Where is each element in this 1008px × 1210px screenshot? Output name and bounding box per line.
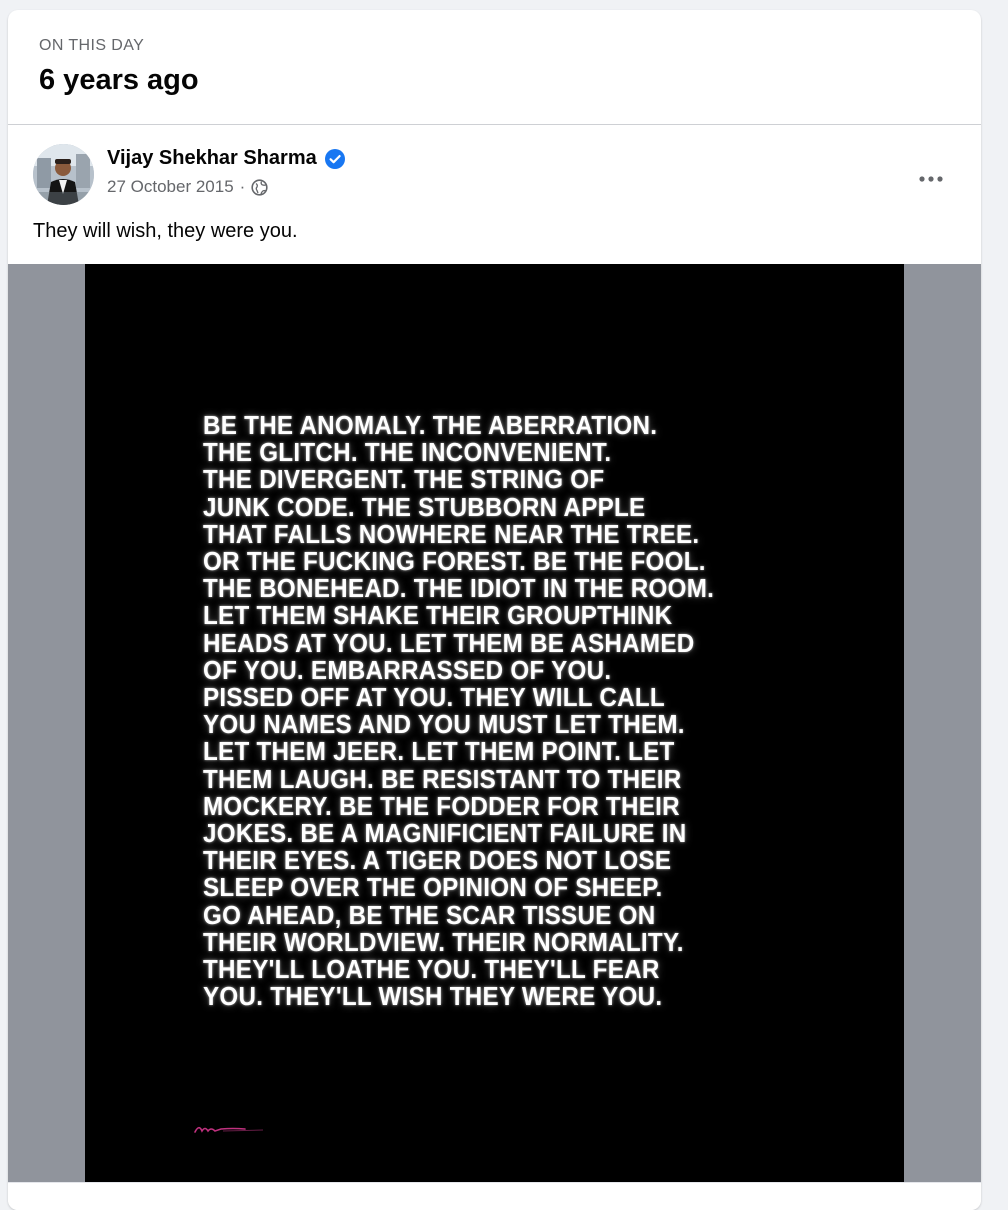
memory-years-ago: 6 years ago xyxy=(39,64,199,96)
poster-line: GO AHEAD, BE THE SCAR TISSUE ON xyxy=(203,899,656,930)
poster-line: OR THE FUCKING FOREST. BE THE FOOL. xyxy=(203,546,706,577)
memory-header: ON THIS DAY 6 years ago xyxy=(8,10,981,125)
poster-signature xyxy=(194,1126,264,1133)
author-line: Vijay Shekhar Sharma xyxy=(107,147,345,170)
poster-line: MOCKERY. BE THE FODDER FOR THEIR xyxy=(203,790,680,821)
poster-line: THE BONEHEAD. THE IDIOT IN THE ROOM. xyxy=(203,573,715,604)
poster-line: LET THEM JEER. LET THEM POINT. LET xyxy=(203,736,675,767)
poster-line: THEIR WORLDVIEW. THEIR NORMALITY. xyxy=(203,926,684,957)
more-options-icon xyxy=(919,176,943,182)
poster-line: THAT FALLS NOWHERE NEAR THE TREE. xyxy=(203,518,700,549)
poster-line: THEY'LL LOATHE YOU. THEY'LL FEAR xyxy=(203,954,660,985)
poster-line: OF YOU. EMBARRASSED OF YOU. xyxy=(203,654,612,685)
memory-label: ON THIS DAY xyxy=(39,37,145,54)
verified-badge-icon xyxy=(324,148,345,169)
post-text: They will wish, they were you. xyxy=(33,220,298,242)
avatar[interactable] xyxy=(33,144,94,205)
more-options-button[interactable] xyxy=(913,161,949,197)
globe-icon[interactable] xyxy=(251,178,268,196)
poster-line: THE GLITCH. THE INCONVENIENT. xyxy=(203,437,612,468)
meta-separator: · xyxy=(239,177,246,196)
poster-image: BE THE ANOMALY. THE ABERRATION. THE GLITC… xyxy=(85,264,904,1182)
poster-line: YOU NAMES AND YOU MUST LET THEM. xyxy=(203,709,685,740)
poster-line: YOU. THEY'LL WISH THEY WERE YOU. xyxy=(203,981,663,1012)
post-header: Vijay Shekhar Sharma 27 October 2015 · xyxy=(8,125,981,215)
poster-line: SLEEP OVER THE OPINION OF SHEEP. xyxy=(203,872,663,903)
poster-line: JUNK CODE. THE STUBBORN APPLE xyxy=(203,491,646,522)
poster-line: LET THEM SHAKE THEIR GROUPTHINK xyxy=(203,600,673,631)
poster-line: PISSED OFF AT YOU. THEY WILL CALL xyxy=(203,682,665,713)
poster-line: THEIR EYES. A TIGER DOES NOT LOSE xyxy=(203,845,672,876)
poster-line: THE DIVERGENT. THE STRING OF xyxy=(203,464,605,495)
author-name[interactable]: Vijay Shekhar Sharma xyxy=(107,147,317,170)
post-date[interactable]: 27 October 2015 xyxy=(107,177,234,197)
poster-line: BE THE ANOMALY. THE ABERRATION. xyxy=(203,410,658,440)
poster-quote: BE THE ANOMALY. THE ABERRATION. THE GLITC… xyxy=(203,410,780,1012)
avatar-photo xyxy=(33,144,94,205)
post-meta: 27 October 2015 · xyxy=(107,177,268,197)
poster-line: HEADS AT YOU. LET THEM BE ASHAMED xyxy=(203,627,695,658)
post-footer xyxy=(8,1182,981,1210)
poster-line: THEM LAUGH. BE RESISTANT TO THEIR xyxy=(203,763,682,794)
poster-line: JOKES. BE A MAGNIFICIENT FAILURE IN xyxy=(203,818,687,849)
post-media[interactable]: BE THE ANOMALY. THE ABERRATION. THE GLITC… xyxy=(8,264,981,1182)
memory-card: ON THIS DAY 6 years ago Vijay Shekhar Sh… xyxy=(8,10,981,1210)
